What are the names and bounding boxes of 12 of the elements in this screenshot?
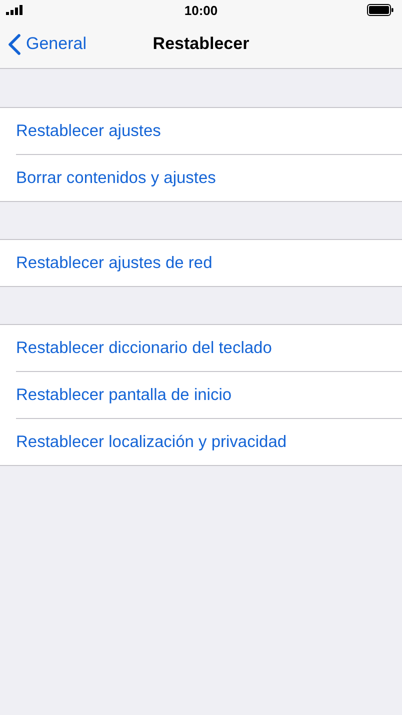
chevron-icon bbox=[8, 34, 21, 54]
reset-option[interactable]: Restablecer ajustes bbox=[16, 122, 161, 140]
reset-option[interactable]: Restablecer localización y privacidad bbox=[16, 432, 287, 452]
reset-option[interactable]: Restablecer diccionario del teclado bbox=[16, 338, 272, 358]
back-button[interactable]: General bbox=[8, 29, 86, 59]
status-time: 10:00 bbox=[183, 2, 219, 18]
screen-title: Restablecer bbox=[152, 34, 250, 54]
reset-option[interactable]: Restablecer ajustes de red bbox=[16, 254, 212, 272]
battery-icon bbox=[367, 4, 394, 16]
signal-icon bbox=[6, 5, 23, 15]
reset-option[interactable]: Borrar contenidos y ajustes bbox=[16, 168, 216, 188]
reset-option[interactable]: Restablecer pantalla de inicio bbox=[16, 386, 232, 404]
